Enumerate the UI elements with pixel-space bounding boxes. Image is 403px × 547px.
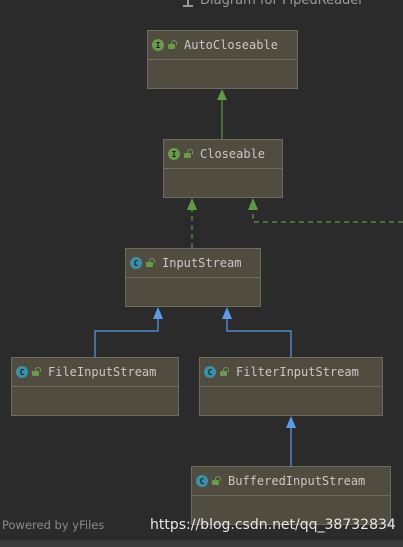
interface-icon: I <box>168 148 180 160</box>
interface-icon: I <box>152 39 164 51</box>
node-name: FilterInputStream <box>236 365 359 379</box>
powered-by-label: Powered by yFiles <box>2 518 105 532</box>
class-icon: C <box>196 475 208 487</box>
lock-icon <box>184 149 193 158</box>
watermark-text: https://blog.csdn.net/qq_38732834 <box>150 517 396 533</box>
edge-fileinputstream-inputstream <box>94 307 163 357</box>
lock-icon <box>32 367 41 376</box>
node-name: FileInputStream <box>48 365 157 379</box>
node-name: Closeable <box>200 147 266 161</box>
lock-icon <box>220 367 229 376</box>
node-closeable[interactable]: I Closeable <box>163 139 283 198</box>
node-filterinputstream[interactable]: C FilterInputStream <box>199 357 383 416</box>
edge-closeable-autocloseable <box>217 89 227 140</box>
class-icon: C <box>204 366 216 378</box>
node-inputstream[interactable]: C InputStream <box>125 248 261 307</box>
lock-icon <box>146 258 155 267</box>
edge-bufferedinputstream-filterinputstream <box>286 416 296 466</box>
lock-icon <box>212 476 221 485</box>
class-icon: C <box>16 366 28 378</box>
node-name: AutoCloseable <box>184 38 278 52</box>
node-fileinputstream[interactable]: C FileInputStream <box>11 357 179 416</box>
bottom-edge <box>0 540 403 547</box>
edge-filterinputstream-inputstream <box>222 307 292 357</box>
abstract-class-icon: C <box>130 257 142 269</box>
node-name: InputStream <box>162 256 242 270</box>
node-autocloseable[interactable]: I AutoCloseable <box>147 30 298 89</box>
edge-inputstream-closeable <box>187 198 197 248</box>
edge-offscreen-closeable <box>248 198 403 223</box>
lock-icon <box>168 40 177 49</box>
node-name: BufferedInputStream <box>228 474 366 488</box>
